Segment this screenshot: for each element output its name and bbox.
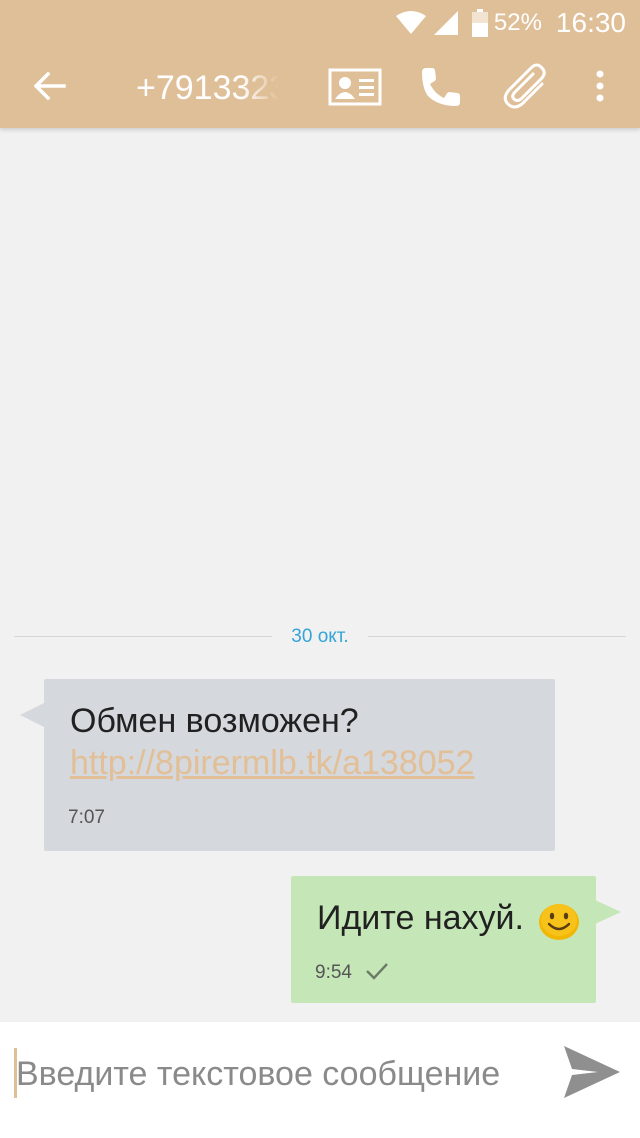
date-divider: 30 окт. (291, 626, 349, 647)
signal-icon (433, 11, 458, 35)
date-divider-line-left (14, 636, 272, 637)
phone-icon[interactable] (418, 66, 462, 108)
incoming-message-link[interactable]: http://8pirermlb.tk/a138052 (70, 743, 474, 783)
contact-card-icon[interactable] (328, 68, 382, 106)
title-fade (240, 66, 280, 110)
send-icon[interactable] (560, 1042, 622, 1102)
incoming-bubble-tail (20, 703, 44, 727)
battery-icon (471, 9, 488, 37)
back-arrow-icon[interactable] (34, 72, 66, 100)
incoming-message-bubble[interactable]: Обмен возможен? http://8pirermlb.tk/a138… (44, 679, 555, 851)
outgoing-message-time: 9:54 (315, 962, 352, 983)
check-icon (366, 963, 388, 980)
date-divider-line-right (368, 636, 626, 637)
outgoing-message-text: Идите нахуй. (317, 899, 524, 937)
message-input[interactable] (16, 1052, 546, 1096)
top-bar: 52% 16:30 +7913323 (0, 0, 640, 128)
status-bar: 52% 16:30 (395, 6, 626, 40)
incoming-message-time: 7:07 (68, 807, 105, 828)
battery-percent: 52% (493, 9, 542, 36)
more-vertical-icon[interactable] (594, 70, 606, 102)
incoming-message-text: Обмен возможен? (70, 702, 359, 740)
status-time: 16:30 (555, 7, 626, 38)
outgoing-message-bubble[interactable]: Идите нахуй. 9:54 (291, 876, 596, 1003)
composer (0, 1022, 640, 1138)
outgoing-bubble-tail (595, 900, 621, 924)
smiling-face-emoji (539, 904, 579, 940)
paperclip-icon[interactable] (502, 62, 552, 110)
wifi-icon (395, 11, 426, 34)
